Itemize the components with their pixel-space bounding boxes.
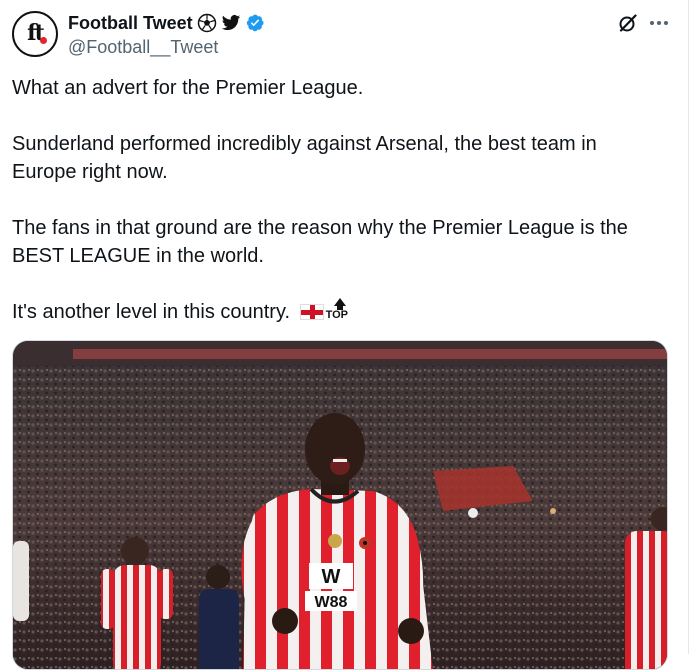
soccer-ball-icon [197, 13, 217, 33]
shirt-sponsor-text: W88 [315, 594, 348, 611]
top-arrow-icon: TOP [326, 298, 352, 324]
england-flag-icon [299, 304, 324, 320]
more-options-icon[interactable] [648, 12, 670, 34]
avatar-red-dot [40, 37, 47, 44]
tweet-paragraph: What an advert for the Premier League. [12, 77, 364, 99]
grok-icon[interactable] [617, 12, 639, 34]
tweet-last-line: It's another level in this country. [12, 301, 291, 323]
tweet-paragraph: The fans in that ground are the reason w… [12, 217, 628, 267]
verified-badge-icon[interactable] [245, 13, 265, 33]
tweet-paragraph-last: It's another level in this country. TOP [12, 298, 662, 326]
more-dot [650, 21, 654, 25]
tweet-paragraph: Sunderland performed incredibly against … [12, 133, 597, 183]
svg-text:W: W [322, 566, 341, 588]
bird-icon [221, 13, 241, 33]
top-emoji-label: TOP [325, 309, 349, 321]
tweet-media-image[interactable]: W W88 [12, 340, 668, 670]
tweet-text: What an advert for the Premier League. S… [12, 74, 662, 354]
author-avatar[interactable]: ft [12, 11, 58, 57]
author-name-row[interactable]: Football Tweet [68, 12, 265, 34]
author-handle[interactable]: @Football__Tweet [68, 37, 218, 58]
player-celebration-photo: W W88 [13, 341, 667, 669]
more-dot [664, 21, 668, 25]
tweet-card[interactable]: ft Football Tweet @Football__Tweet What … [0, 0, 689, 670]
author-display-name[interactable]: Football Tweet [68, 13, 193, 34]
more-dot [657, 21, 661, 25]
